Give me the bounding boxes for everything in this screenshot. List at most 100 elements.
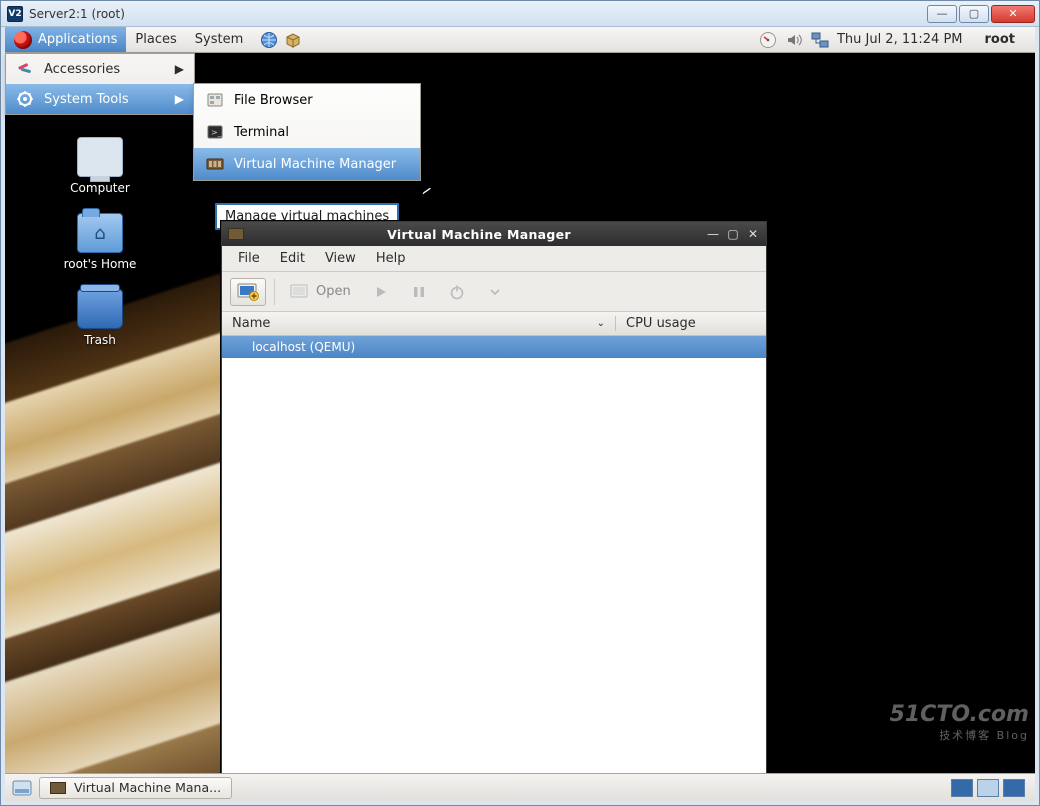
cpu-meter-icon[interactable] [759, 31, 777, 49]
desktop-icon-computer[interactable]: Computer [70, 137, 130, 195]
system-tools-icon [16, 90, 34, 108]
vmm-menubar: File Edit View Help [222, 246, 766, 272]
remote-desktop: Applications Places System [5, 27, 1035, 801]
new-vm-icon [237, 283, 259, 301]
play-icon [374, 285, 388, 299]
submenu-item-terminal[interactable]: >_ Terminal [194, 116, 420, 148]
submenu-item-file-browser-label: File Browser [234, 93, 313, 108]
menu-applications[interactable]: Applications [5, 27, 126, 52]
vmm-menu-help[interactable]: Help [366, 248, 416, 269]
vnc-window: V2 Server2:1 (root) — ▢ ✕ Applications P… [0, 0, 1040, 806]
menu-item-accessories-label: Accessories [44, 62, 120, 77]
system-tools-submenu: File Browser >_ Terminal Virtual Machine… [193, 83, 421, 181]
redhat-logo-icon [14, 31, 32, 49]
vmm-close-button[interactable]: ✕ [746, 227, 760, 241]
browser-launcher-icon[interactable] [260, 31, 278, 49]
open-vm-icon [290, 284, 310, 300]
vmm-window-buttons: — ▢ ✕ [706, 227, 760, 241]
workspace-1[interactable] [951, 779, 973, 797]
vmm-titlebar[interactable]: Virtual Machine Manager — ▢ ✕ [222, 222, 766, 246]
vmm-menu-file[interactable]: File [228, 248, 270, 269]
window-buttons: — ▢ ✕ [927, 5, 1035, 23]
power-icon [449, 284, 465, 300]
workspace-2[interactable] [977, 779, 999, 797]
panel-quicklaunch [252, 27, 310, 52]
vmm-col-cpu-label: CPU usage [626, 316, 696, 331]
show-desktop-button[interactable] [11, 779, 33, 797]
pause-icon [412, 285, 426, 299]
vmm-open-button[interactable]: Open [283, 278, 358, 306]
vmm-columns-header: Name ⌄ CPU usage [222, 312, 766, 336]
package-launcher-icon[interactable] [284, 31, 302, 49]
menu-places[interactable]: Places [126, 27, 185, 52]
file-browser-icon [206, 91, 224, 109]
vmm-shutdown-button[interactable] [442, 278, 472, 306]
applications-menu: Accessories ▶ System Tools ▶ [5, 53, 195, 115]
vmm-col-cpu[interactable]: CPU usage [616, 316, 706, 331]
vmm-connection-label: localhost (QEMU) [252, 340, 355, 354]
vmm-open-label: Open [316, 284, 351, 299]
desktop-icon-trash[interactable]: Trash [77, 289, 123, 347]
submenu-item-vmm-label: Virtual Machine Manager [234, 157, 396, 172]
panel-left: Applications Places System [5, 27, 310, 52]
maximize-button[interactable]: ▢ [959, 5, 989, 23]
menu-item-accessories[interactable]: Accessories ▶ [6, 54, 194, 84]
gnome-bottom-panel: Virtual Machine Mana... [5, 773, 1035, 801]
vmm-menu-view[interactable]: View [315, 248, 366, 269]
minimize-button[interactable]: — [927, 5, 957, 23]
submenu-item-vmm[interactable]: Virtual Machine Manager [194, 148, 420, 180]
vmm-maximize-button[interactable]: ▢ [726, 227, 740, 241]
vmm-title: Virtual Machine Manager [252, 227, 706, 242]
sort-indicator-icon: ⌄ [597, 318, 605, 329]
computer-icon [77, 137, 123, 177]
taskbar-item-vmm[interactable]: Virtual Machine Mana... [39, 777, 232, 799]
vmm-minimize-button[interactable]: — [706, 227, 720, 241]
vmm-new-vm-button[interactable] [230, 278, 266, 306]
vmm-window: Virtual Machine Manager — ▢ ✕ File Edit … [221, 221, 767, 791]
vnc-title: Server2:1 (root) [29, 7, 927, 21]
vmm-body[interactable]: localhost (QEMU) [222, 336, 766, 790]
taskbar-vmm-icon [50, 782, 66, 794]
workspace-switcher [951, 779, 1029, 797]
panel-clock[interactable]: Thu Jul 2, 11:24 PM [837, 32, 963, 47]
vmm-icon [206, 155, 224, 173]
submenu-item-terminal-label: Terminal [234, 125, 289, 140]
vmm-pause-button[interactable] [404, 278, 434, 306]
gnome-top-panel: Applications Places System [5, 27, 1035, 53]
vnc-logo-icon: V2 [7, 6, 23, 22]
accessories-icon [16, 60, 34, 78]
submenu-item-file-browser[interactable]: File Browser [194, 84, 420, 116]
desktop-icon-trash-label: Trash [84, 333, 116, 347]
svg-text:>_: >_ [211, 128, 223, 137]
terminal-icon: >_ [206, 123, 224, 141]
desktop-icon-home-label: root's Home [64, 257, 137, 271]
desktop-icons: Computer ⌂ root's Home Trash [5, 137, 195, 347]
vmm-run-button[interactable] [366, 278, 396, 306]
cursor-icon: ➤ [418, 180, 432, 198]
vmm-connection-row[interactable]: localhost (QEMU) [222, 336, 766, 358]
vnc-titlebar[interactable]: V2 Server2:1 (root) — ▢ ✕ [1, 1, 1039, 27]
menu-system[interactable]: System [186, 27, 252, 52]
close-button[interactable]: ✕ [991, 5, 1035, 23]
vmm-col-name[interactable]: Name ⌄ [222, 316, 616, 331]
vmm-app-icon [228, 228, 244, 240]
menu-system-label: System [195, 32, 243, 47]
desktop-icon-home[interactable]: ⌂ root's Home [64, 213, 137, 271]
taskbar-item-vmm-label: Virtual Machine Mana... [74, 780, 221, 795]
home-folder-icon: ⌂ [77, 213, 123, 253]
panel-user[interactable]: root [971, 32, 1026, 47]
vmm-col-name-label: Name [232, 316, 270, 331]
volume-icon[interactable] [785, 31, 803, 49]
menu-places-label: Places [135, 32, 176, 47]
workspace-3[interactable] [1003, 779, 1025, 797]
network-icon[interactable] [811, 31, 829, 49]
toolbar-separator [274, 279, 275, 305]
trash-icon [77, 289, 123, 329]
menu-item-system-tools[interactable]: System Tools ▶ [6, 84, 194, 114]
vmm-menu-edit[interactable]: Edit [270, 248, 315, 269]
chevron-right-icon: ▶ [175, 62, 184, 76]
vmm-shutdown-menu-button[interactable] [480, 278, 510, 306]
chevron-right-icon: ▶ [175, 92, 184, 106]
panel-tray: Thu Jul 2, 11:24 PM root [749, 27, 1035, 52]
vmm-toolbar: Open [222, 272, 766, 312]
